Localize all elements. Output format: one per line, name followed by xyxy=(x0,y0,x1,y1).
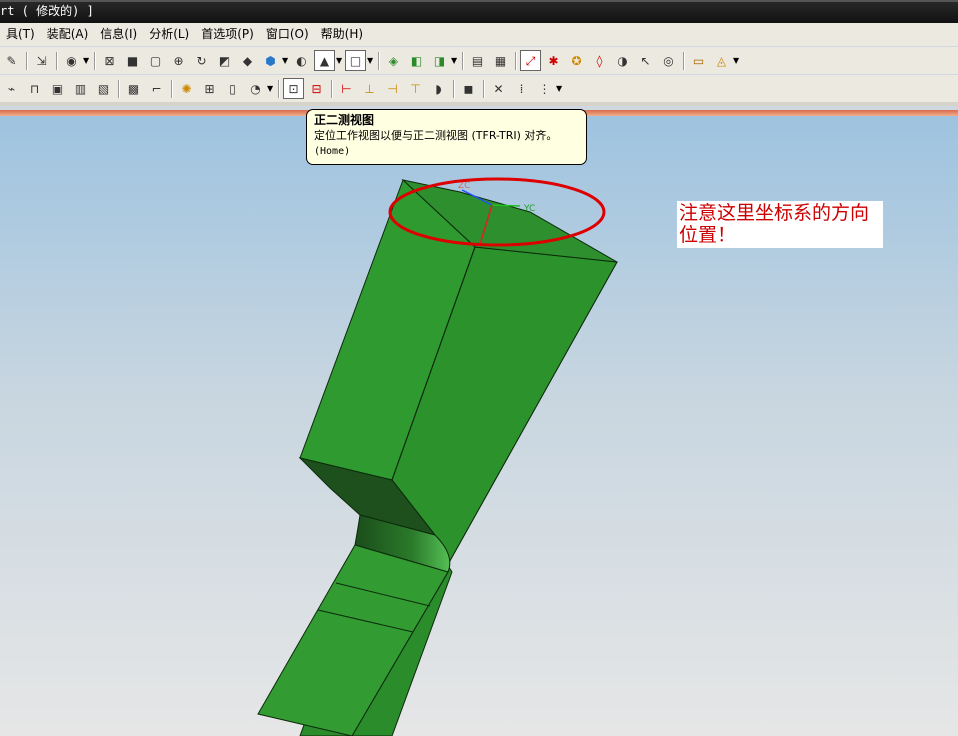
yc-axis xyxy=(491,204,521,207)
sequence-icon[interactable]: ▯ xyxy=(223,79,242,98)
hide-icon[interactable]: ◑ xyxy=(613,51,632,70)
view-section-icon[interactable]: ▦ xyxy=(491,51,510,70)
edit-object-icon[interactable]: ✱ xyxy=(544,51,563,70)
snap-icon[interactable]: ◈ xyxy=(384,51,403,70)
show-icon[interactable]: ↖ xyxy=(636,51,655,70)
pan-icon[interactable]: ▢ xyxy=(146,51,165,70)
chevron-down-icon[interactable]: ▼ xyxy=(83,56,91,65)
toolbar-separator xyxy=(515,51,516,70)
chevron-down-icon[interactable]: ▼ xyxy=(451,56,459,65)
chevron-down-icon[interactable]: ▼ xyxy=(367,56,375,65)
menu-help[interactable]: 帮助(H) xyxy=(315,23,369,46)
tooltip-title: 正二测视图 xyxy=(314,113,375,127)
menu-bar: 具(T) 装配(A) 信息(I) 分析(L) 首选项(P) 窗口(O) 帮助(H… xyxy=(0,23,958,46)
chevron-down-icon[interactable]: ▼ xyxy=(556,84,564,93)
fit-icon[interactable]: ⊠ xyxy=(100,51,119,70)
menu-assembly[interactable]: 装配(A) xyxy=(41,23,95,46)
cursor-icon[interactable]: ⇲ xyxy=(32,51,51,70)
title-bar: rt ( 修改的) ] xyxy=(0,0,958,23)
move-layer-icon[interactable]: ▤ xyxy=(468,51,487,70)
perspective-icon[interactable]: ◩ xyxy=(215,51,234,70)
view-toolbar: ✎ ⇲ ◉ ▼ ⊠ ■ ▢ ⊕ ↻ ◩ ◆ ⬢ ▼ ◐ ▲ ▼ □ ▼ ◈ ◧ … xyxy=(0,47,958,74)
display-icon[interactable]: ◊ xyxy=(590,51,609,70)
toolbar-separator xyxy=(171,79,172,98)
chevron-down-icon[interactable]: ▼ xyxy=(733,56,741,65)
eye-icon[interactable]: ◉ xyxy=(62,51,81,70)
toolbar-separator xyxy=(56,51,57,70)
toolbar-separator xyxy=(483,79,484,98)
rotate-icon[interactable]: ↻ xyxy=(192,51,211,70)
menu-window[interactable]: 窗口(O) xyxy=(260,23,315,46)
bottom-view-icon[interactable]: ⊤ xyxy=(406,79,425,98)
annotation-note: 注意这里坐标系的方向位置！ xyxy=(677,201,883,248)
toolbar-separator xyxy=(462,51,463,70)
toolbar-separator xyxy=(378,51,379,70)
toolbar-separator xyxy=(26,51,27,70)
render-style-icon[interactable]: ◐ xyxy=(292,51,311,70)
clone-icon[interactable]: ✺ xyxy=(177,79,196,98)
align-icon[interactable]: ⁞ xyxy=(512,79,531,98)
pen-icon[interactable]: ✎ xyxy=(2,51,21,70)
timer-icon[interactable]: ◔ xyxy=(246,79,265,98)
zc-axis-label: ZC xyxy=(458,181,470,191)
menu-analysis[interactable]: 分析(L) xyxy=(143,23,195,46)
arrange-icon[interactable]: ▧ xyxy=(94,79,113,98)
toolbar-separator xyxy=(118,79,119,98)
measure-icon[interactable]: ✪ xyxy=(567,51,586,70)
right-view-icon[interactable]: ⊣ xyxy=(383,79,402,98)
hide-all-icon[interactable]: ◎ xyxy=(659,51,678,70)
toolbar-separator xyxy=(453,79,454,98)
tooltip-shortcut: (Home) xyxy=(314,146,351,157)
front-view-icon[interactable]: ⊢ xyxy=(337,79,356,98)
toolbar-separator xyxy=(278,79,279,98)
chevron-down-icon[interactable]: ▼ xyxy=(282,56,290,65)
link-icon[interactable]: ⌐ xyxy=(147,79,166,98)
left-view-icon[interactable]: ◗ xyxy=(429,79,448,98)
delete-icon[interactable]: ✕ xyxy=(489,79,508,98)
ruler-icon[interactable]: ▭ xyxy=(689,51,708,70)
title-bar-rule xyxy=(0,0,958,2)
tooltip-description: 定位工作视图以便与正二测视图 (TFR-TRI) 对齐。 xyxy=(314,129,558,142)
layer-icon[interactable]: ◧ xyxy=(407,51,426,70)
assembly-toolbar: ⌁ ⊓ ▣ ▥ ▧ ▩ ⌐ ✺ ⊞ ▯ ◔ ▼ ⊡ ⊟ ⊢ ⊥ ⊣ ⊤ ◗ ◼ … xyxy=(0,75,958,102)
distribute-icon[interactable]: ⋮ xyxy=(535,79,554,98)
orient-view-icon[interactable]: ◆ xyxy=(238,51,257,70)
assembly-icon[interactable]: ⊓ xyxy=(25,79,44,98)
analysis-icon[interactable]: ◬ xyxy=(712,51,731,70)
zoom-icon[interactable]: ⊕ xyxy=(169,51,188,70)
menu-tools[interactable]: 具(T) xyxy=(0,23,41,46)
view-tooltip: 正二测视图 定位工作视图以便与正二测视图 (TFR-TRI) 对齐。 (Home… xyxy=(306,109,587,165)
layer-settings-icon[interactable]: ◨ xyxy=(430,51,449,70)
isometric-view-icon[interactable]: ⊟ xyxy=(307,79,326,98)
component-icon[interactable]: ▣ xyxy=(48,79,67,98)
back-view-icon[interactable]: ◼ xyxy=(459,79,478,98)
toolbar-separator xyxy=(331,79,332,98)
zoom-box-icon[interactable]: ■ xyxy=(123,51,142,70)
toolbar-bottom-border xyxy=(0,102,958,106)
menu-information[interactable]: 信息(I) xyxy=(94,23,143,46)
wire-frame-icon[interactable]: □ xyxy=(345,50,366,71)
window-title: rt ( 修改的) ] xyxy=(0,4,94,18)
yc-axis-label: YC xyxy=(523,204,535,214)
toolbar-separator xyxy=(683,51,684,70)
wave-icon[interactable]: ⊞ xyxy=(200,79,219,98)
top-view-icon[interactable]: ⊥ xyxy=(360,79,379,98)
toolbar-separator xyxy=(94,51,95,70)
explode-icon[interactable]: ▩ xyxy=(124,79,143,98)
feature-icon[interactable]: ⌁ xyxy=(2,79,21,98)
chevron-down-icon[interactable]: ▼ xyxy=(336,56,344,65)
constraint-icon[interactable]: ▥ xyxy=(71,79,90,98)
lighting-icon[interactable]: ▲ xyxy=(314,50,335,71)
shaded-cube-icon[interactable]: ⬢ xyxy=(261,51,280,70)
chevron-down-icon[interactable]: ▼ xyxy=(267,84,275,93)
trimetric-view-icon[interactable]: ⊡ xyxy=(283,78,304,99)
selection-icon[interactable]: ⤢ xyxy=(520,50,541,71)
menu-preferences[interactable]: 首选项(P) xyxy=(195,23,260,46)
